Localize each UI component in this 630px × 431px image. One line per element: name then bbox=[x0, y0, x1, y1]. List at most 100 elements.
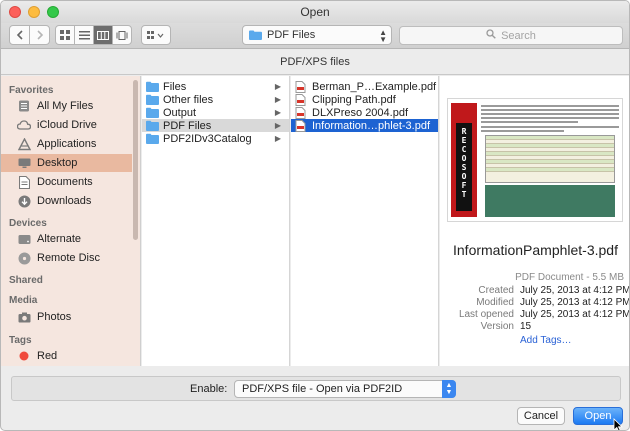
sidebar-item-desktop[interactable]: Desktop bbox=[1, 154, 132, 172]
sidebar-item-downloads[interactable]: Downloads bbox=[1, 192, 132, 210]
arrange-grid-icon bbox=[147, 30, 164, 39]
preview-filename: InformationPamphlet-3.pdf bbox=[453, 242, 618, 258]
up-down-arrows-icon: ▲ ▼ bbox=[442, 380, 456, 398]
recosoft-logo: RECOSOFT bbox=[456, 123, 472, 211]
disc-icon bbox=[17, 251, 31, 265]
list-item-other-files[interactable]: Other files ▶ bbox=[142, 93, 289, 106]
list-item-information-pamphlet-pdf[interactable]: Information…phlet-3.pdf bbox=[291, 119, 438, 132]
list-item-clipping-path-pdf[interactable]: Clipping Path.pdf bbox=[291, 93, 438, 106]
chevron-right-icon bbox=[36, 30, 43, 40]
list-icon bbox=[78, 30, 90, 39]
favorites-header: Favorites bbox=[9, 85, 54, 96]
sidebar: Favorites All My Files iCloud Drive Appl… bbox=[1, 76, 141, 366]
media-header: Media bbox=[9, 295, 38, 306]
pdf-file-icon bbox=[295, 94, 308, 106]
view-mode-control bbox=[55, 25, 132, 45]
pdf-file-icon bbox=[295, 81, 308, 93]
close-window-button[interactable] bbox=[9, 6, 21, 18]
list-item-pdf-files[interactable]: PDF Files ▶ bbox=[142, 119, 289, 132]
disclosure-arrow-icon: ▶ bbox=[274, 95, 281, 104]
folder-icon bbox=[146, 133, 159, 144]
window-title: Open bbox=[300, 5, 330, 19]
file-type-header: PDF/XPS files bbox=[1, 50, 629, 75]
mouse-cursor-icon bbox=[613, 418, 623, 430]
toolbar: PDF Files ▲ ▼ Search bbox=[1, 23, 629, 49]
thumbnail-table bbox=[485, 135, 615, 183]
folder-icon bbox=[146, 94, 159, 105]
sidebar-item-tag-red[interactable]: Red bbox=[1, 347, 132, 365]
red-tag-dot-icon bbox=[17, 349, 31, 363]
disclosure-arrow-icon: ▶ bbox=[274, 134, 281, 143]
disclosure-arrow-icon: ▶ bbox=[274, 121, 281, 130]
location-label: PDF Files bbox=[267, 29, 316, 41]
arrange-button[interactable] bbox=[141, 25, 171, 45]
list-item-pdf2idv3catalog[interactable]: PDF2IDv3Catalog ▶ bbox=[142, 132, 289, 145]
folder-icon bbox=[146, 107, 159, 118]
sidebar-item-all-my-files[interactable]: All My Files bbox=[1, 97, 132, 115]
thumbnail-text-lines bbox=[481, 105, 619, 134]
title-bar: Open bbox=[1, 1, 629, 23]
columns-icon bbox=[97, 30, 109, 40]
last-opened-value: July 25, 2013 at 4:12 PM bbox=[520, 309, 630, 320]
list-item-output[interactable]: Output ▶ bbox=[142, 106, 289, 119]
sidebar-item-icloud-drive[interactable]: iCloud Drive bbox=[1, 116, 132, 134]
shared-header: Shared bbox=[9, 275, 43, 286]
add-tags-link[interactable]: Add Tags… bbox=[520, 335, 572, 346]
devices-header: Devices bbox=[9, 218, 47, 229]
up-down-arrows-icon: ▲ ▼ bbox=[379, 28, 387, 44]
all-files-icon bbox=[17, 99, 31, 113]
disclosure-arrow-icon: ▶ bbox=[274, 108, 281, 117]
documents-icon bbox=[17, 175, 31, 189]
sidebar-item-photos[interactable]: Photos bbox=[1, 308, 132, 326]
sidebar-item-applications[interactable]: Applications bbox=[1, 135, 132, 153]
back-button[interactable] bbox=[9, 25, 30, 45]
column-view-button[interactable] bbox=[93, 25, 113, 45]
enable-bar: Enable: PDF/XPS file - Open via PDF2ID ▲… bbox=[11, 376, 621, 401]
cancel-button[interactable]: Cancel bbox=[517, 407, 565, 425]
list-view-button[interactable] bbox=[74, 25, 94, 45]
downloads-icon bbox=[17, 194, 31, 208]
search-field[interactable]: Search bbox=[399, 26, 623, 45]
modified-value: July 25, 2013 at 4:12 PM bbox=[520, 297, 630, 308]
sidebar-item-alternate[interactable]: Alternate bbox=[1, 230, 132, 248]
list-item-files[interactable]: Files ▶ bbox=[142, 80, 289, 93]
icon-view-button[interactable] bbox=[55, 25, 75, 45]
disclosure-arrow-icon: ▶ bbox=[274, 82, 281, 91]
enable-label: Enable: bbox=[190, 383, 228, 395]
preview-kind-size: PDF Document - 5.5 MB bbox=[515, 272, 624, 283]
applications-icon bbox=[17, 137, 31, 151]
desktop-icon bbox=[17, 156, 31, 170]
version-label: Version bbox=[480, 321, 514, 332]
thumbnail-green-image bbox=[485, 185, 615, 217]
cover-flow-icon bbox=[116, 30, 128, 40]
list-item-berman-example-pdf[interactable]: Berman_P…Example.pdf bbox=[291, 80, 438, 93]
folder-column: Files ▶ Other files ▶ Output ▶ PDF Files… bbox=[142, 76, 290, 366]
location-popup[interactable]: PDF Files ▲ ▼ bbox=[242, 25, 392, 45]
enable-popup[interactable]: PDF/XPS file - Open via PDF2ID ▲ ▼ bbox=[234, 380, 456, 398]
folder-icon bbox=[249, 30, 262, 40]
created-label: Created bbox=[478, 285, 514, 296]
cover-flow-button[interactable] bbox=[112, 25, 132, 45]
disk-icon bbox=[17, 232, 31, 246]
zoom-window-button[interactable] bbox=[47, 6, 59, 18]
file-column: Berman_P…Example.pdf Clipping Path.pdf D… bbox=[291, 76, 439, 366]
pdf-file-icon bbox=[295, 107, 308, 119]
enable-selected-value: PDF/XPS file - Open via PDF2ID bbox=[242, 383, 403, 395]
grid-icon bbox=[60, 30, 70, 40]
sidebar-scrollbar[interactable] bbox=[133, 80, 138, 240]
last-opened-label: Last opened bbox=[458, 309, 514, 320]
pdf-file-icon bbox=[295, 120, 308, 132]
tags-header: Tags bbox=[9, 335, 32, 346]
list-item-dlxpreso-pdf[interactable]: DLXPreso 2004.pdf bbox=[291, 106, 438, 119]
open-dialog: Open PDF Files ▲ ▼ Search PDF/XPS files … bbox=[0, 0, 630, 431]
search-placeholder: Search bbox=[501, 29, 536, 42]
forward-button[interactable] bbox=[29, 25, 50, 45]
sidebar-item-remote-disc[interactable]: Remote Disc bbox=[1, 249, 132, 267]
document-thumbnail: RECOSOFT bbox=[447, 98, 623, 222]
modified-label: Modified bbox=[476, 297, 514, 308]
sidebar-item-documents[interactable]: Documents bbox=[1, 173, 132, 191]
created-value: July 25, 2013 at 4:12 PM bbox=[520, 285, 630, 296]
minimize-window-button[interactable] bbox=[28, 6, 40, 18]
camera-icon bbox=[17, 310, 31, 324]
version-value: 15 bbox=[520, 321, 532, 332]
